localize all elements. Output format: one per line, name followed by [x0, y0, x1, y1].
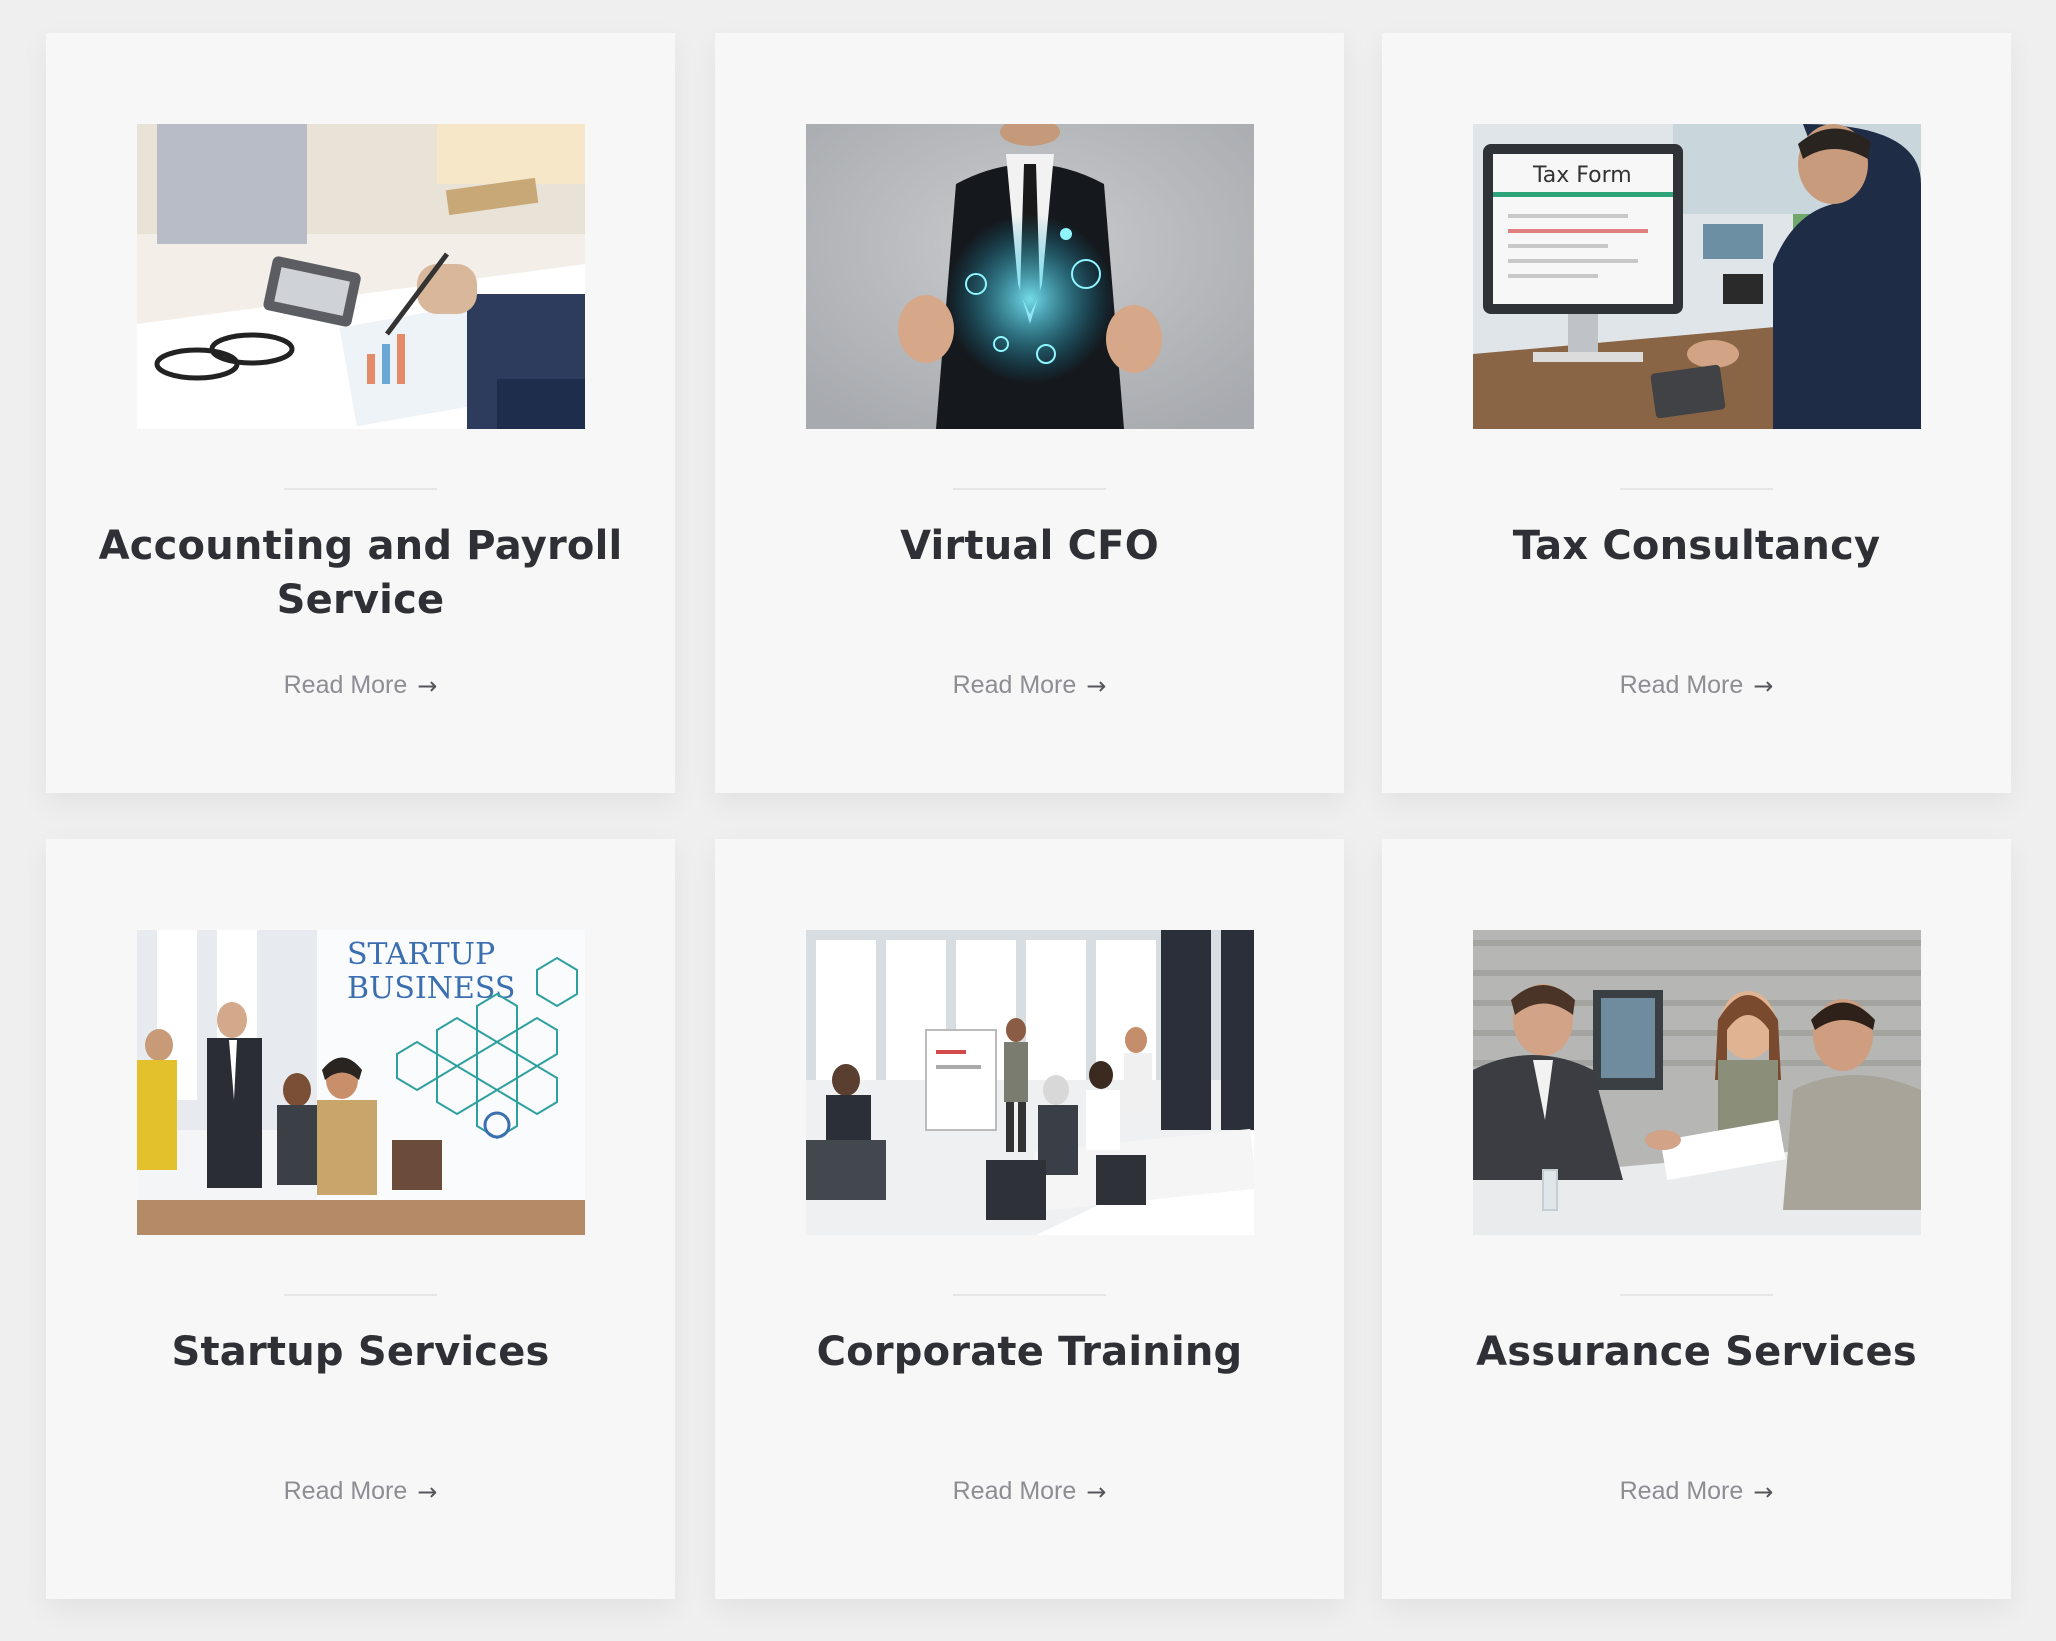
read-more-label: Read More: [283, 671, 408, 699]
card-divider: [284, 1294, 437, 1296]
read-more-label: Read More: [952, 671, 1077, 699]
service-title: Startup Services: [171, 1329, 550, 1375]
service-title: Corporate Training: [816, 1329, 1243, 1375]
card-divider: [953, 488, 1106, 490]
tax-form-photo[interactable]: Tax Form: [1473, 124, 1921, 429]
services-grid: Accounting and Payroll Service Read More…: [0, 0, 2056, 1641]
read-more-link[interactable]: Read More →: [46, 1477, 675, 1506]
card-divider: [284, 488, 437, 490]
read-more-link[interactable]: Read More →: [46, 671, 675, 700]
read-more-link[interactable]: Read More →: [1382, 671, 2011, 700]
read-more-label: Read More: [1619, 671, 1744, 699]
read-more-link[interactable]: Read More →: [715, 1477, 1344, 1506]
service-card-virtual-cfo[interactable]: Virtual CFO Read More →: [715, 33, 1344, 793]
read-more-link[interactable]: Read More →: [1382, 1477, 2011, 1506]
assurance-meeting-photo[interactable]: [1473, 930, 1921, 1235]
read-more-label: Read More: [283, 1477, 408, 1505]
startup-line2-text: BUSINESS: [347, 971, 515, 1006]
corporate-training-photo[interactable]: [806, 930, 1254, 1235]
service-card-accounting[interactable]: Accounting and Payroll Service Read More…: [46, 33, 675, 793]
startup-business-photo[interactable]: STARTUP BUSINESS: [137, 930, 585, 1235]
accounting-photo[interactable]: [137, 124, 585, 429]
read-more-label: Read More: [1619, 1477, 1744, 1505]
card-divider: [1620, 1294, 1773, 1296]
arrow-right-icon: →: [1086, 671, 1107, 700]
read-more-label: Read More: [952, 1477, 1077, 1505]
service-card-tax-consultancy[interactable]: Tax Form Tax Consultancy Read More →: [1382, 33, 2011, 793]
virtual-cfo-photo[interactable]: [806, 124, 1254, 429]
arrow-right-icon: →: [1753, 671, 1774, 700]
card-divider: [1620, 488, 1773, 490]
startup-line1-text: STARTUP: [347, 937, 495, 972]
arrow-right-icon: →: [417, 1477, 438, 1506]
card-divider: [953, 1294, 1106, 1296]
service-title: Tax Consultancy: [1512, 523, 1881, 569]
arrow-right-icon: →: [1086, 1477, 1107, 1506]
tax-form-text: Tax Form: [1532, 163, 1632, 188]
service-card-startup[interactable]: STARTUP BUSINESS Startup Services Read M…: [46, 839, 675, 1599]
arrow-right-icon: →: [417, 671, 438, 700]
service-card-corporate-training[interactable]: Corporate Training Read More →: [715, 839, 1344, 1599]
service-title: Assurance Services: [1476, 1329, 1917, 1375]
service-title: Virtual CFO: [900, 523, 1159, 569]
service-title: Accounting and Payroll Service: [98, 523, 623, 623]
arrow-right-icon: →: [1753, 1477, 1774, 1506]
service-card-assurance[interactable]: Assurance Services Read More →: [1382, 839, 2011, 1599]
read-more-link[interactable]: Read More →: [715, 671, 1344, 700]
